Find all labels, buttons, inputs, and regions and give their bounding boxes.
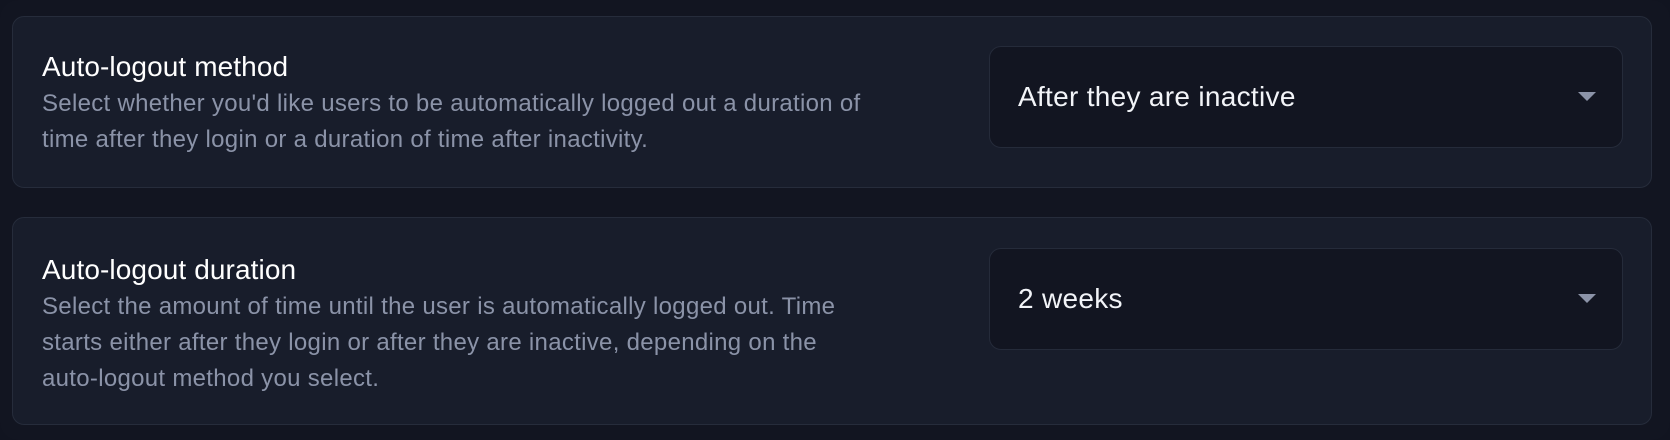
settings-panel: Auto-logout method Select whether you'd … bbox=[0, 0, 1670, 440]
auto-logout-method-select[interactable]: After they are inactive bbox=[989, 46, 1623, 148]
description-line: Select the amount of time until the user… bbox=[42, 293, 836, 320]
chevron-down-icon bbox=[1578, 294, 1596, 303]
auto-logout-duration-text: Auto-logout duration Select the amount o… bbox=[42, 253, 962, 397]
auto-logout-duration-select[interactable]: 2 weeks bbox=[989, 248, 1623, 350]
auto-logout-method-selected-value: After they are inactive bbox=[1018, 81, 1296, 112]
auto-logout-method-card: Auto-logout method Select whether you'd … bbox=[12, 16, 1652, 188]
description-line: starts either after they login or after … bbox=[42, 329, 817, 356]
auto-logout-duration-card: Auto-logout duration Select the amount o… bbox=[12, 217, 1652, 425]
auto-logout-method-description: Select whether you'd like users to be au… bbox=[42, 86, 962, 158]
auto-logout-method-text: Auto-logout method Select whether you'd … bbox=[42, 50, 962, 158]
chevron-down-icon bbox=[1578, 92, 1596, 101]
auto-logout-duration-description: Select the amount of time until the user… bbox=[42, 289, 962, 397]
description-line: time after they login or a duration of t… bbox=[42, 126, 649, 153]
auto-logout-duration-selected-value: 2 weeks bbox=[1018, 283, 1123, 314]
auto-logout-duration-title: Auto-logout duration bbox=[42, 254, 297, 285]
description-line: auto-logout method you select. bbox=[42, 365, 380, 392]
auto-logout-method-title: Auto-logout method bbox=[42, 51, 289, 82]
description-line: Select whether you'd like users to be au… bbox=[42, 90, 861, 117]
